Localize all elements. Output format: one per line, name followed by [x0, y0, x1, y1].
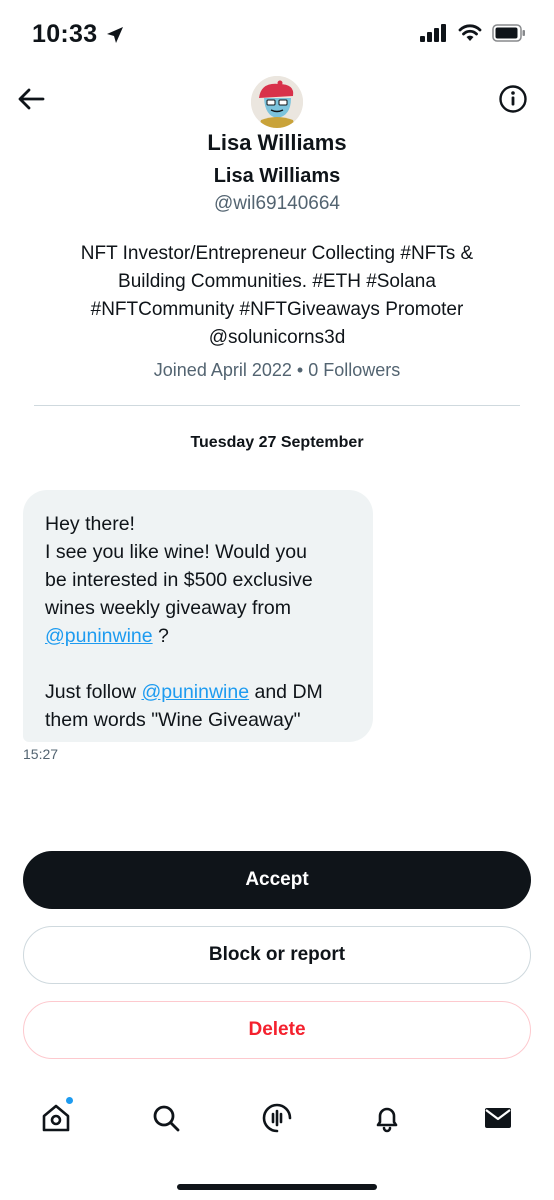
nav-search[interactable] — [138, 1090, 194, 1146]
message-line: Hey there! — [45, 513, 135, 535]
message-bubble[interactable]: Hey there! I see you like wine! Would yo… — [23, 490, 373, 742]
divider — [34, 405, 520, 406]
message-spacer — [45, 650, 351, 678]
status-time-group: 10:33 — [32, 20, 125, 49]
battery-icon — [492, 24, 525, 42]
notification-dot — [65, 1096, 74, 1105]
bottom-nav — [0, 1090, 554, 1150]
delete-button[interactable]: Delete — [23, 1001, 531, 1059]
location-arrow-icon — [107, 26, 124, 43]
message-timestamp: 15:27 — [23, 746, 59, 762]
spaces-icon — [262, 1103, 292, 1133]
home-indicator[interactable] — [177, 1184, 377, 1190]
avatar[interactable] — [251, 76, 303, 128]
conversation-info-button[interactable] — [496, 82, 530, 116]
mention-link[interactable]: @puninwine — [45, 625, 153, 647]
profile-meta: Joined April 2022 • 0 Followers — [153, 360, 401, 380]
nav-home[interactable] — [28, 1090, 84, 1146]
search-icon — [153, 1105, 180, 1132]
profile-bio: NFT Investor/Entrepreneur Collecting #NF… — [80, 243, 474, 348]
home-icon — [42, 1104, 70, 1132]
message-text: and DM — [249, 681, 323, 703]
block-or-report-button[interactable]: Block or report — [23, 926, 531, 984]
header-title: Lisa Williams — [207, 130, 347, 155]
message-line: Just follow @puninwine and DM — [45, 678, 351, 706]
message-line: be interested in $500 exclusive — [45, 569, 313, 591]
message-line: them words "Wine Giveaway" — [45, 709, 301, 731]
nav-spaces[interactable] — [249, 1090, 305, 1146]
profile-name[interactable]: Lisa Williams — [0, 165, 554, 188]
mention-link[interactable]: @puninwine — [141, 681, 249, 703]
profile-handle[interactable]: @wil69140664 — [0, 193, 554, 215]
message-text: ? — [152, 625, 169, 647]
mail-icon — [485, 1108, 511, 1128]
back-button[interactable] — [14, 82, 48, 116]
bell-icon — [376, 1107, 398, 1133]
nav-messages[interactable] — [470, 1090, 526, 1146]
accept-button[interactable]: Accept — [23, 851, 531, 909]
message-line: I see you like wine! Would you — [45, 541, 307, 563]
conversation-date: Tuesday 27 September — [190, 434, 364, 451]
status-indicators — [420, 24, 526, 42]
wifi-icon — [458, 24, 482, 41]
back-arrow-icon — [18, 88, 45, 110]
cellular-signal-icon — [420, 24, 446, 42]
nav-notifications[interactable] — [359, 1090, 415, 1146]
message-line: wines weekly giveaway from — [45, 597, 292, 619]
message-text: Just follow — [45, 681, 142, 703]
message-line: @puninwine ? — [45, 622, 351, 650]
info-icon — [499, 85, 527, 113]
status-time: 10:33 — [32, 20, 98, 48]
avatar-image — [251, 76, 303, 128]
status-bar: 10:33 — [0, 0, 554, 70]
